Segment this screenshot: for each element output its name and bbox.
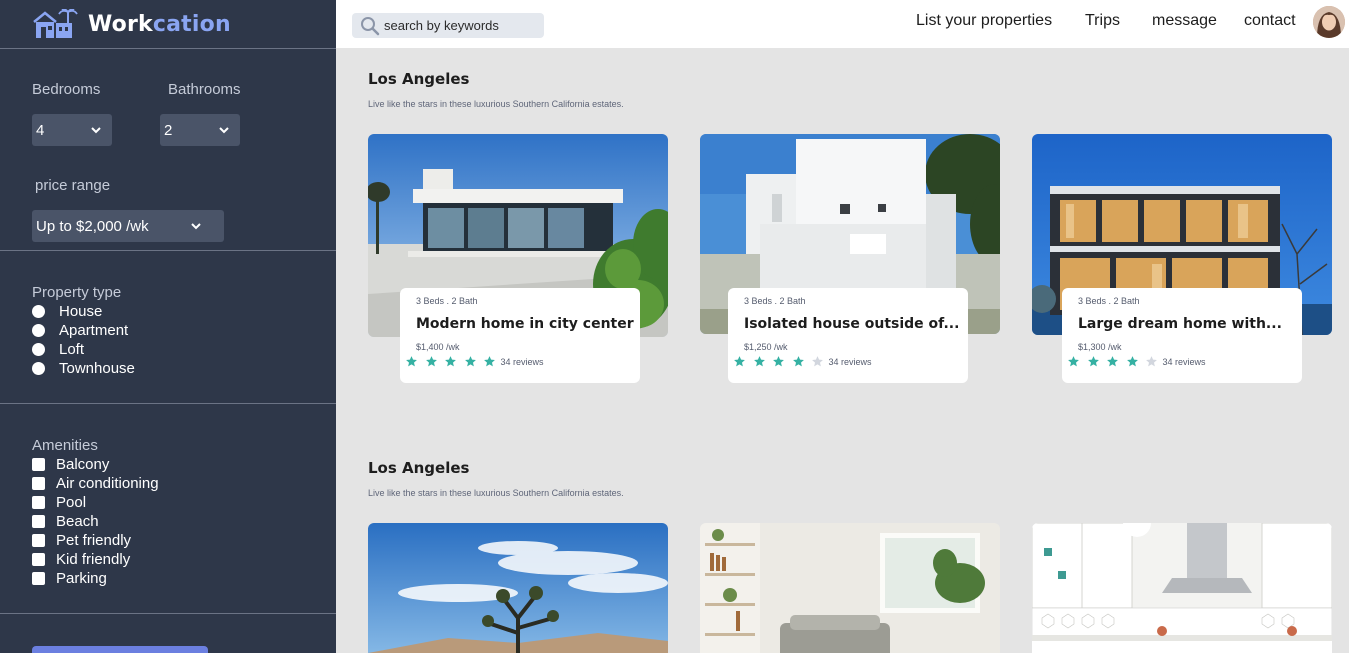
amenities-title: Amenities [32, 437, 98, 454]
property-type-section: Property type House Apartment Loft Townh… [0, 251, 336, 404]
radio-button[interactable] [32, 324, 45, 337]
nav-list-your-properties[interactable]: List your properties [916, 12, 1052, 30]
checkbox[interactable] [32, 553, 45, 566]
bathrooms-value: 2 [164, 121, 173, 139]
update-results-button[interactable] [32, 646, 208, 653]
listing-meta: 3 Beds . 2 Bath [416, 296, 478, 306]
price-range-select[interactable]: Up to $2,000 /wk [32, 210, 224, 242]
rating-stars: 34 reviews [733, 355, 872, 368]
brand[interactable]: Workcation [0, 0, 336, 49]
amenity-parking[interactable]: Parking [32, 570, 107, 587]
search-icon [361, 16, 380, 35]
star-filled-icon [1087, 356, 1099, 367]
group-title: Los Angeles [368, 70, 470, 88]
chevron-down-icon [91, 127, 101, 134]
checkbox[interactable] [32, 496, 45, 509]
checkbox[interactable] [32, 572, 45, 585]
group-subtitle: Live like the stars in these luxurious S… [368, 99, 624, 109]
checkbox[interactable] [32, 534, 45, 547]
star-empty-icon [812, 356, 823, 367]
radio-button[interactable] [32, 343, 45, 356]
search-bar[interactable] [352, 13, 544, 38]
star-filled-icon [445, 356, 456, 367]
bedrooms-select[interactable]: 4 [32, 114, 112, 146]
listing-price: $1,400 /wk [416, 342, 460, 352]
listing-name: Isolated house outside of... [744, 316, 960, 332]
nav-message[interactable]: message [1152, 12, 1217, 30]
star-filled-icon [464, 356, 476, 367]
avatar[interactable] [1313, 6, 1345, 38]
rating-stars: 34 reviews [1067, 355, 1206, 368]
radio-button[interactable] [32, 305, 45, 318]
amenity-pet-friendly[interactable]: Pet friendly [32, 532, 131, 549]
checkbox[interactable] [32, 458, 45, 471]
price-range-label: price range [35, 177, 111, 194]
star-filled-icon [734, 356, 745, 367]
star-filled-icon [484, 356, 495, 367]
star-filled-icon [773, 356, 784, 367]
nav-trips[interactable]: Trips [1085, 12, 1120, 30]
radio-button[interactable] [32, 362, 45, 375]
checkbox[interactable] [32, 477, 45, 490]
amenity-pool[interactable]: Pool [32, 494, 86, 511]
star-filled-icon [1068, 356, 1079, 367]
listing-price: $1,250 /wk [744, 342, 788, 352]
amenities-section: Amenities Balcony Air conditioning Pool … [0, 404, 336, 614]
user-avatar-icon [1313, 6, 1345, 38]
star-empty-icon [1146, 356, 1157, 367]
house-palm-logo-icon [33, 9, 78, 38]
group-title: Los Angeles [368, 459, 470, 477]
filter-sidebar: Workcation Bedrooms Bathrooms 4 2 price … [0, 0, 336, 653]
desert-photo [368, 523, 668, 653]
star-filled-icon [1107, 356, 1118, 367]
kitchen-photo [1032, 523, 1332, 653]
star-filled-icon [792, 356, 804, 367]
star-filled-icon [406, 356, 417, 367]
star-filled-icon [425, 356, 437, 367]
checkbox[interactable] [32, 515, 45, 528]
property-type-loft[interactable]: Loft [32, 341, 84, 358]
listing-meta: 3 Beds . 2 Bath [1078, 296, 1140, 306]
listing-photo[interactable] [1032, 523, 1332, 653]
review-count: 34 reviews [500, 356, 544, 367]
star-filled-icon [1126, 356, 1138, 367]
listing-name: Large dream home with... [1078, 316, 1282, 332]
listing-meta: 3 Beds . 2 Bath [744, 296, 806, 306]
property-type-house[interactable]: House [32, 303, 102, 320]
amenity-balcony[interactable]: Balcony [32, 456, 109, 473]
listing-card[interactable]: 3 Beds . 2 Bath Large dream home with...… [1062, 288, 1302, 383]
review-count: 34 reviews [828, 356, 872, 367]
review-count: 34 reviews [1162, 356, 1206, 367]
nav-contact[interactable]: contact [1244, 12, 1296, 30]
property-type-apartment[interactable]: Apartment [32, 322, 128, 339]
bathrooms-label: Bathrooms [168, 81, 241, 98]
living-room-photo [700, 523, 1000, 653]
search-input[interactable] [384, 18, 534, 33]
listing-photo[interactable] [700, 523, 1000, 653]
rating-stars: 34 reviews [405, 355, 544, 368]
top-navigation: List your properties Trips message conta… [336, 0, 1349, 48]
listing-photo[interactable] [368, 523, 668, 653]
amenity-kid-friendly[interactable]: Kid friendly [32, 551, 130, 568]
listing-card[interactable]: 3 Beds . 2 Bath Modern home in city cent… [400, 288, 640, 383]
amenity-beach[interactable]: Beach [32, 513, 99, 530]
chevron-down-icon [219, 127, 229, 134]
rooms-price-section: Bedrooms Bathrooms 4 2 price range Up to… [0, 49, 336, 251]
listing-price: $1,300 /wk [1078, 342, 1122, 352]
property-type-title: Property type [32, 284, 122, 301]
brand-name: Workcation [88, 11, 231, 37]
listing-name: Modern home in city center [416, 316, 634, 332]
chevron-down-icon [191, 223, 201, 230]
bedrooms-value: 4 [36, 121, 45, 139]
bedrooms-label: Bedrooms [32, 81, 101, 98]
star-filled-icon [753, 356, 765, 367]
group-subtitle: Live like the stars in these luxurious S… [368, 488, 624, 498]
price-range-value: Up to $2,000 /wk [36, 217, 149, 235]
bathrooms-select[interactable]: 2 [160, 114, 240, 146]
amenity-air-conditioning[interactable]: Air conditioning [32, 475, 159, 492]
listing-card[interactable]: 3 Beds . 2 Bath Isolated house outside o… [728, 288, 968, 383]
property-type-townhouse[interactable]: Townhouse [32, 360, 135, 377]
